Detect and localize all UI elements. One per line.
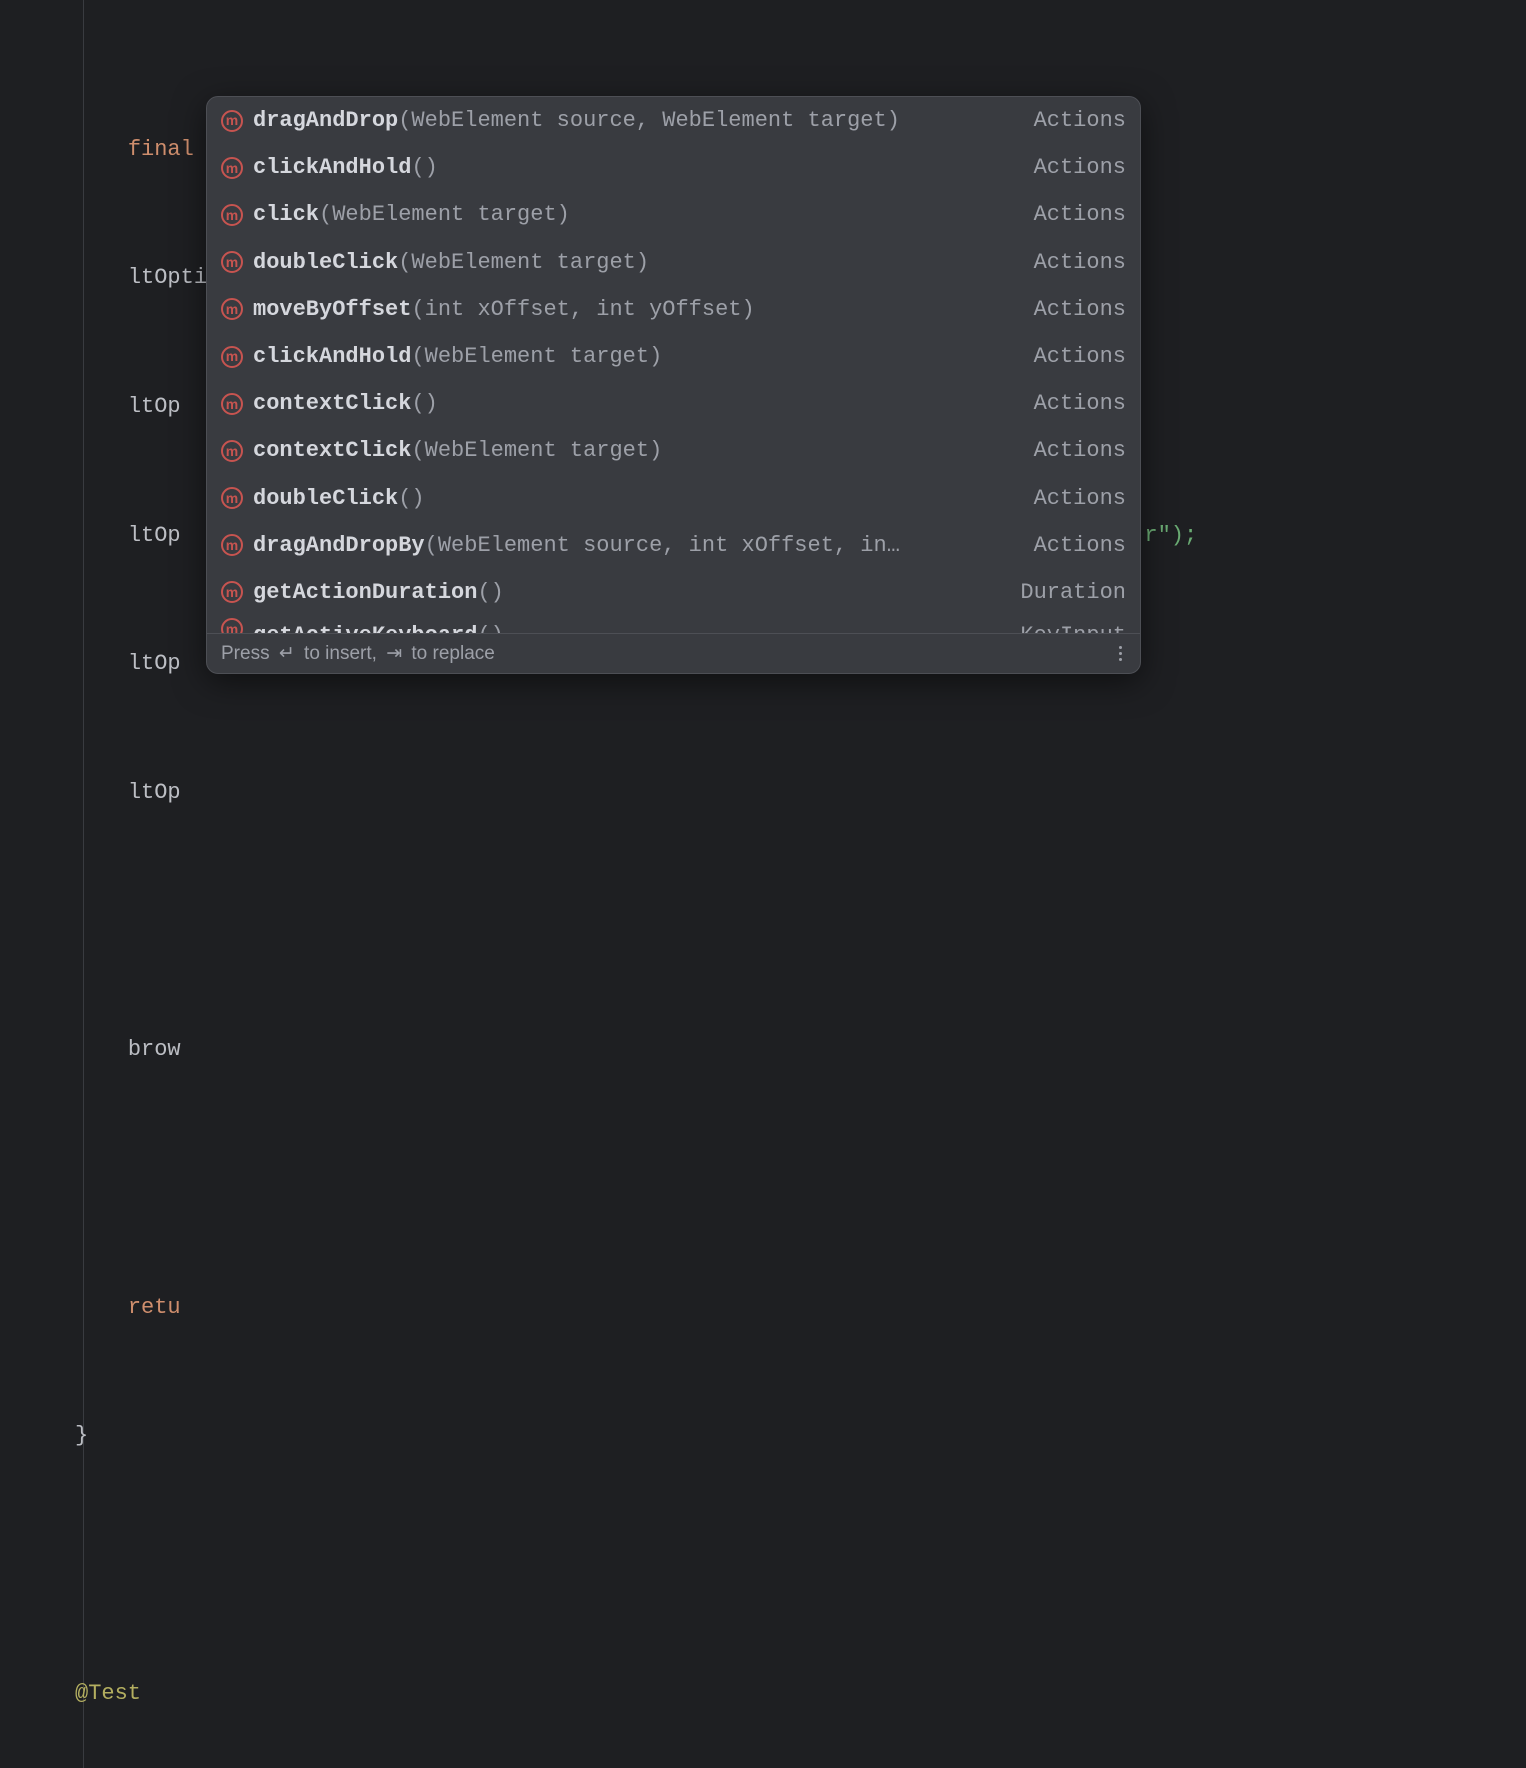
return-type: Actions [1034, 481, 1126, 516]
suggestion-item[interactable]: m dragAndDropBy(WebElement source, int x… [207, 522, 1140, 569]
return-type: Actions [1034, 245, 1126, 280]
suggestion-item[interactable]: m getActiveKeyboard() KeyInput [207, 616, 1140, 633]
suggestion-item[interactable]: m contextClick(WebElement target) Action… [207, 427, 1140, 474]
method-icon: m [221, 204, 243, 226]
suggestion-item[interactable]: m clickAndHold() Actions [207, 144, 1140, 191]
suggestion-list[interactable]: m dragAndDrop(WebElement source, WebElem… [207, 97, 1140, 633]
method-icon: m [221, 298, 243, 320]
autocomplete-popup: m dragAndDrop(WebElement source, WebElem… [206, 96, 1141, 674]
suggestion-item[interactable]: m getActionDuration() Duration [207, 569, 1140, 616]
code-line [75, 1544, 1526, 1587]
code-line: brow [75, 1029, 1526, 1072]
method-icon: m [221, 618, 243, 633]
code-line: retu [75, 1287, 1526, 1330]
return-type: Actions [1034, 292, 1126, 327]
method-icon: m [221, 440, 243, 462]
return-type: Actions [1034, 433, 1126, 468]
method-icon: m [221, 534, 243, 556]
method-icon: m [221, 581, 243, 603]
method-icon: m [221, 487, 243, 509]
suggestion-item[interactable]: m click(WebElement target) Actions [207, 191, 1140, 238]
suggestion-item[interactable]: m doubleClick(WebElement target) Actions [207, 239, 1140, 286]
return-type: Actions [1034, 150, 1126, 185]
return-type: Actions [1034, 386, 1126, 421]
return-type: KeyInput [1020, 618, 1126, 633]
return-type: Actions [1034, 528, 1126, 563]
code-line [75, 901, 1526, 944]
popup-footer: Press ↵ to insert, ⇥ to replace [207, 633, 1140, 673]
return-type: Actions [1034, 197, 1126, 232]
return-type: Actions [1034, 339, 1126, 374]
suggestion-item[interactable]: m doubleClick() Actions [207, 475, 1140, 522]
code-line: } [75, 1415, 1526, 1458]
more-options-icon[interactable] [1115, 642, 1126, 665]
code-line: ltOp [75, 772, 1526, 815]
return-type: Duration [1020, 575, 1126, 610]
code-line: @Test [75, 1673, 1526, 1716]
suggestion-item[interactable]: m clickAndHold(WebElement target) Action… [207, 333, 1140, 380]
code-line [75, 1158, 1526, 1201]
suggestion-item[interactable]: m contextClick() Actions [207, 380, 1140, 427]
method-icon: m [221, 393, 243, 415]
return-type: Actions [1034, 103, 1126, 138]
hint-text: Press ↵ to insert, ⇥ to replace [221, 642, 495, 665]
method-icon: m [221, 346, 243, 368]
method-icon: m [221, 157, 243, 179]
suggestion-item[interactable]: m moveByOffset(int xOffset, int yOffset)… [207, 286, 1140, 333]
method-icon: m [221, 110, 243, 132]
method-icon: m [221, 251, 243, 273]
suggestion-item[interactable]: m dragAndDrop(WebElement source, WebElem… [207, 97, 1140, 144]
